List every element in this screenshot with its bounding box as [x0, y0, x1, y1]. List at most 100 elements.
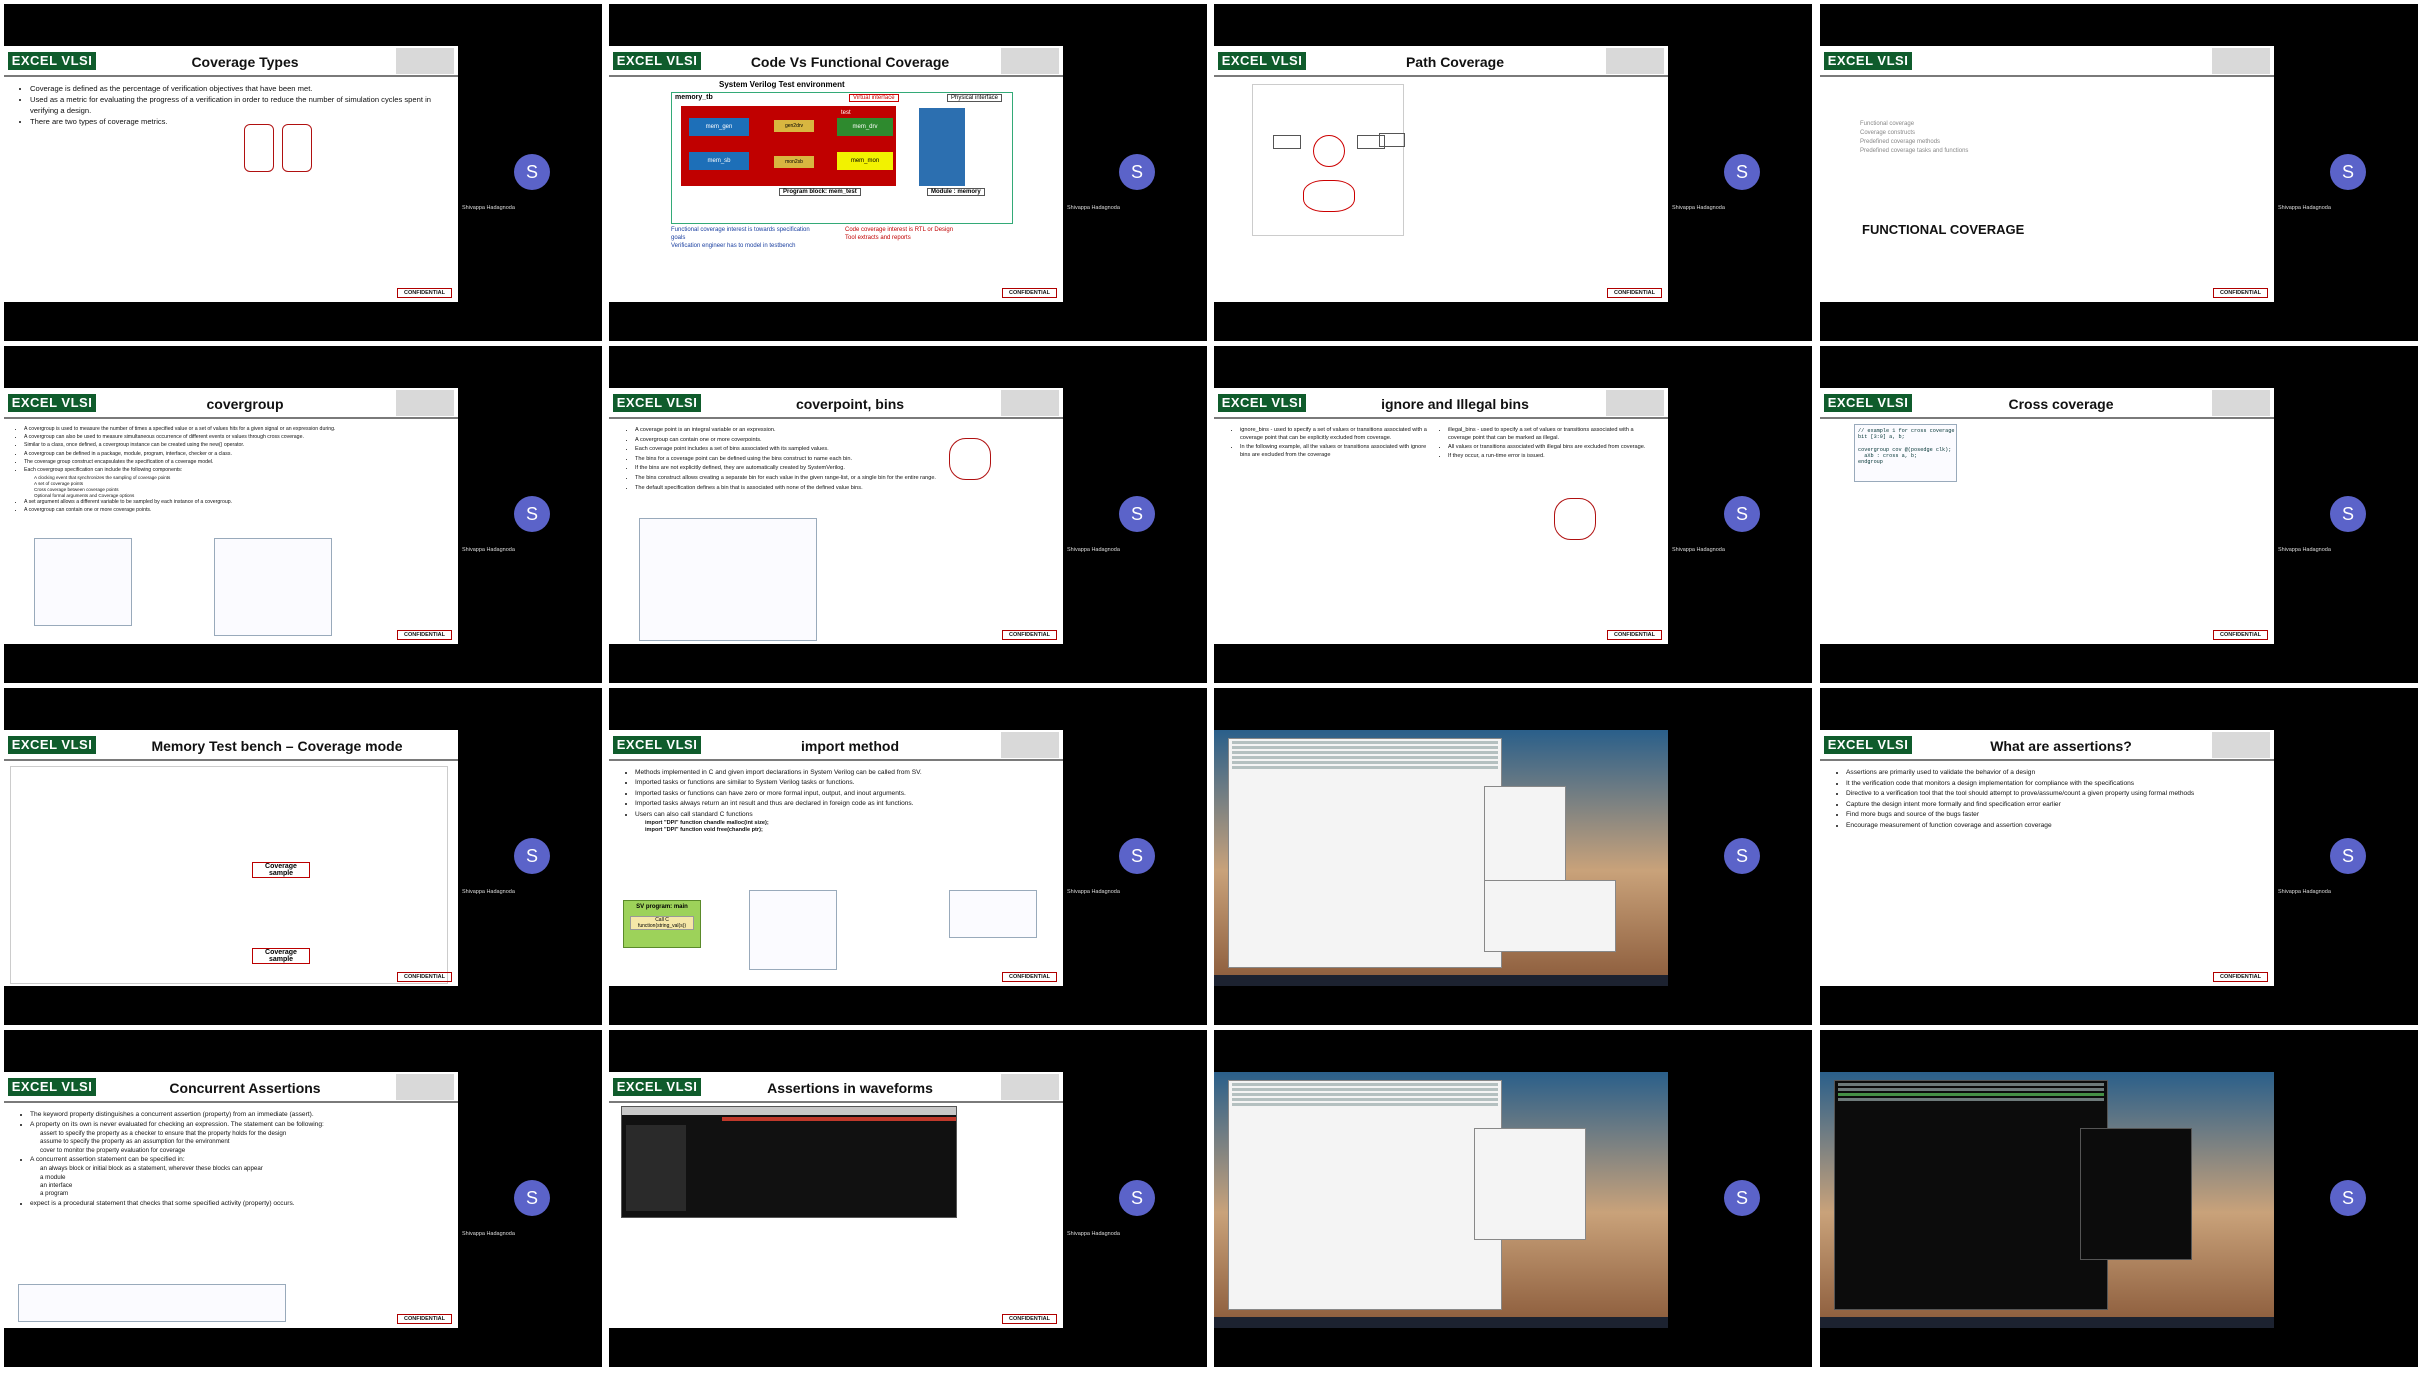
- presenter-name: Shivappa Hadagnoda: [2278, 205, 2331, 211]
- logo: EXCEL VLSI: [8, 52, 96, 70]
- slide-title: Cross coverage: [2008, 396, 2114, 412]
- slide: EXCEL VLSI Functional coverage Coverage c…: [1820, 46, 2274, 302]
- video-tile-12[interactable]: EXCEL VLSI What are assertions? Assertio…: [1820, 688, 2418, 1025]
- presenter-name: Shivappa Hadagnoda: [462, 1231, 515, 1237]
- slide: EXCEL VLSI Assertions in waveforms CONFI…: [609, 1072, 1063, 1328]
- video-grid: EXCEL VLSI Coverage Types Coverage is de…: [0, 0, 2425, 1373]
- desktop-share: [1214, 1072, 1668, 1328]
- presenter-name: Shivappa Hadagnoda: [462, 205, 515, 211]
- avatar: S: [2330, 838, 2366, 874]
- slide-title: Path Coverage: [1405, 54, 1505, 70]
- terminal-window[interactable]: [1228, 738, 1502, 968]
- slide-title: What are assertions?: [1990, 738, 2132, 754]
- slide: EXCEL VLSI Path Coverage CONFIDENTIAL: [1214, 46, 1668, 302]
- code-example: [749, 890, 837, 970]
- slide-title: Assertions in waveforms: [767, 1080, 933, 1096]
- presenter-name: Shivappa Hadagnoda: [462, 889, 515, 895]
- video-tile-16[interactable]: S: [1820, 1030, 2418, 1367]
- slide: EXCEL VLSI Concurrent Assertions The key…: [4, 1072, 458, 1328]
- slide: EXCEL VLSI coverpoint, bins A coverage p…: [609, 388, 1063, 644]
- video-tile-5[interactable]: EXCEL VLSI covergroup A covergroup is us…: [4, 346, 602, 683]
- slide-title: covergroup: [206, 396, 284, 412]
- video-tile-1[interactable]: EXCEL VLSI Coverage Types Coverage is de…: [4, 4, 602, 341]
- video-tile-15[interactable]: S: [1214, 1030, 1812, 1367]
- taskbar[interactable]: [1214, 1317, 1668, 1328]
- waveform-viewer: [621, 1106, 957, 1218]
- annotation-scribble: [282, 124, 312, 172]
- presenter-name: Shivappa Hadagnoda: [1067, 889, 1120, 895]
- terminal-window[interactable]: [1228, 1080, 1502, 1310]
- avatar: S: [2330, 154, 2366, 190]
- video-tile-9[interactable]: EXCEL VLSI Memory Test bench – Coverage …: [4, 688, 602, 1025]
- avatar: S: [1724, 496, 1760, 532]
- slide-title: coverpoint, bins: [795, 396, 905, 412]
- video-tile-4[interactable]: EXCEL VLSI Functional coverage Coverage c…: [1820, 4, 2418, 341]
- slide: EXCEL VLSI Memory Test bench – Coverage …: [4, 730, 458, 986]
- avatar: S: [1119, 496, 1155, 532]
- presenter-name: Shivappa Hadagnoda: [2278, 889, 2331, 895]
- code-example: [639, 518, 817, 641]
- slide: EXCEL VLSI covergroup A covergroup is us…: [4, 388, 458, 644]
- avatar: S: [1724, 838, 1760, 874]
- section-heading: FUNCTIONAL COVERAGE: [1862, 222, 2025, 237]
- presenter-name: Shivappa Hadagnoda: [1067, 547, 1120, 553]
- avatar: S: [1119, 1180, 1155, 1216]
- path-diagram: [1252, 84, 1404, 236]
- video-tile-8[interactable]: EXCEL VLSI Cross coverage // example 1 f…: [1820, 346, 2418, 683]
- desktop-share: [1214, 730, 1668, 986]
- avatar: S: [1119, 838, 1155, 874]
- toc-list: Functional coverage Coverage constructs P…: [1860, 121, 1969, 154]
- slide: EXCEL VLSI Code Vs Functional Coverage S…: [609, 46, 1063, 302]
- presenter-name: Shivappa Hadagnoda: [462, 547, 515, 553]
- avatar: S: [514, 496, 550, 532]
- code-example: [949, 890, 1037, 938]
- taskbar[interactable]: [1820, 1317, 2274, 1328]
- slide-title: Coverage Types: [191, 54, 299, 70]
- slide-title: ignore and Illegal bins: [1381, 396, 1529, 412]
- taskbar[interactable]: [1214, 975, 1668, 986]
- bullet: There are two types of coverage metrics.: [30, 117, 446, 127]
- video-tile-3[interactable]: EXCEL VLSI Path Coverage CONFIDENTIAL S …: [1214, 4, 1812, 341]
- video-tile-6[interactable]: EXCEL VLSI coverpoint, bins A coverage p…: [609, 346, 1207, 683]
- slide: EXCEL VLSI Coverage Types Coverage is de…: [4, 46, 458, 302]
- slide: EXCEL VLSI ignore and Illegal bins ignor…: [1214, 388, 1668, 644]
- video-tile-10[interactable]: EXCEL VLSI import method Methods impleme…: [609, 688, 1207, 1025]
- avatar: S: [2330, 1180, 2366, 1216]
- code-example: [34, 538, 132, 626]
- presenter-name: Shivappa Hadagnoda: [1067, 205, 1120, 211]
- avatar: S: [514, 154, 550, 190]
- callout: Coverage sample: [252, 948, 310, 964]
- presenter-name: Shivappa Hadagnoda: [2278, 547, 2331, 553]
- slide-title: Memory Test bench – Coverage mode: [151, 738, 403, 754]
- avatar: S: [514, 838, 550, 874]
- avatar: S: [1724, 1180, 1760, 1216]
- avatar: S: [1724, 154, 1760, 190]
- avatar: S: [1119, 154, 1155, 190]
- callout: Coverage sample: [252, 862, 310, 878]
- avatar: S: [2330, 496, 2366, 532]
- code-example: [214, 538, 332, 636]
- slide: EXCEL VLSI What are assertions? Assertio…: [1820, 730, 2274, 986]
- video-tile-13[interactable]: EXCEL VLSI Concurrent Assertions The key…: [4, 1030, 602, 1367]
- bullet: Coverage is defined as the percentage of…: [30, 84, 446, 94]
- slide-title: Concurrent Assertions: [169, 1080, 321, 1096]
- code-example: // example 1 for cross coverage bit [3:0…: [1854, 424, 1957, 482]
- slide: EXCEL VLSI import method Methods impleme…: [609, 730, 1063, 986]
- code-listing: [10, 766, 448, 984]
- confidential-label: CONFIDENTIAL: [397, 288, 452, 298]
- desktop-share: [1820, 1072, 2274, 1328]
- terminal-window[interactable]: [1834, 1080, 2108, 1310]
- video-tile-11[interactable]: S: [1214, 688, 1812, 1025]
- slide: EXCEL VLSI Cross coverage // example 1 f…: [1820, 388, 2274, 644]
- video-tile-7[interactable]: EXCEL VLSI ignore and Illegal bins ignor…: [1214, 346, 1812, 683]
- bullet: Used as a metric for evaluating the prog…: [30, 95, 446, 116]
- env-title: System Verilog Test environment: [719, 80, 845, 89]
- code-example: [18, 1284, 286, 1322]
- slide-title: import method: [801, 738, 899, 754]
- annotation-scribble: [244, 124, 274, 172]
- presenter-name: Shivappa Hadagnoda: [1672, 547, 1725, 553]
- slide-title: Code Vs Functional Coverage: [750, 54, 950, 70]
- video-tile-14[interactable]: EXCEL VLSI Assertions in waveforms CONFI…: [609, 1030, 1207, 1367]
- presenter-name: Shivappa Hadagnoda: [1067, 1231, 1120, 1237]
- video-tile-2[interactable]: EXCEL VLSI Code Vs Functional Coverage S…: [609, 4, 1207, 341]
